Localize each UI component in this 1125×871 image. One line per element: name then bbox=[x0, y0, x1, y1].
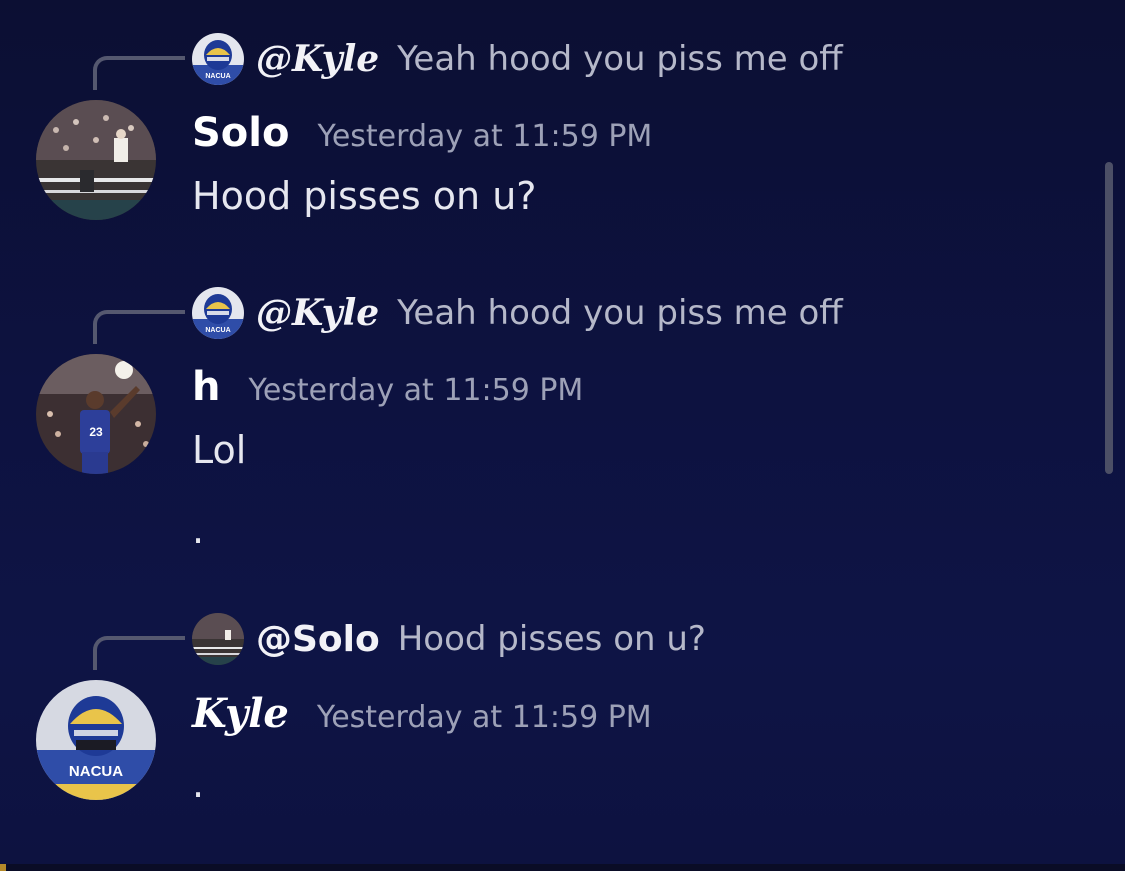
message-header: Kyle Yesterday at 11:59 PM bbox=[192, 690, 652, 737]
message-content: Hood pisses on u? bbox=[192, 174, 537, 218]
message-content: Lol bbox=[192, 428, 247, 472]
avatar-jersey-text: 23 bbox=[89, 425, 103, 439]
reply-snippet[interactable]: Yeah hood you piss me off bbox=[397, 293, 843, 333]
reply-preview[interactable]: NACUA @Kyle Yeah hood you piss me off bbox=[192, 31, 843, 87]
accent-marker bbox=[0, 864, 6, 871]
author-name[interactable]: Solo bbox=[192, 110, 289, 156]
wrestling-avatar-icon[interactable] bbox=[36, 100, 156, 220]
message-header: h Yesterday at 11:59 PM bbox=[192, 364, 583, 410]
composer-edge bbox=[0, 864, 1125, 871]
reply-author[interactable]: @Kyle bbox=[256, 292, 379, 334]
basketball-avatar-icon[interactable]: 23 bbox=[36, 354, 156, 474]
helmet-avatar-icon[interactable]: NACUA bbox=[192, 33, 244, 85]
reply-snippet[interactable]: Hood pisses on u? bbox=[398, 619, 706, 659]
message-content: . bbox=[192, 762, 205, 806]
reply-snippet[interactable]: Yeah hood you piss me off bbox=[397, 39, 843, 79]
scrollbar-thumb[interactable] bbox=[1105, 162, 1113, 474]
helmet-avatar-icon[interactable]: NACUA bbox=[192, 287, 244, 339]
helmet-avatar-icon[interactable]: NACUA bbox=[36, 680, 156, 800]
timestamp[interactable]: Yesterday at 11:59 PM bbox=[317, 119, 652, 154]
reply-connector bbox=[93, 636, 185, 670]
reply-author[interactable]: @Kyle bbox=[256, 38, 379, 80]
reply-preview[interactable]: NACUA @Kyle Yeah hood you piss me off bbox=[192, 285, 843, 341]
wrestling-avatar-icon[interactable] bbox=[192, 613, 244, 665]
message-content: . bbox=[192, 508, 205, 552]
message-header: Solo Yesterday at 11:59 PM bbox=[192, 110, 652, 156]
reply-connector bbox=[93, 56, 185, 90]
reply-author[interactable]: @Solo bbox=[256, 619, 380, 660]
author-name[interactable]: Kyle bbox=[192, 690, 289, 737]
author-name[interactable]: h bbox=[192, 364, 220, 410]
avatar-jersey-text: NACUA bbox=[205, 73, 230, 80]
reply-connector bbox=[93, 310, 185, 344]
timestamp[interactable]: Yesterday at 11:59 PM bbox=[317, 700, 652, 735]
reply-preview[interactable]: @Solo Hood pisses on u? bbox=[192, 611, 706, 667]
timestamp[interactable]: Yesterday at 11:59 PM bbox=[248, 373, 583, 408]
avatar-jersey-text: NACUA bbox=[205, 327, 230, 334]
avatar-jersey-text: NACUA bbox=[69, 763, 123, 780]
